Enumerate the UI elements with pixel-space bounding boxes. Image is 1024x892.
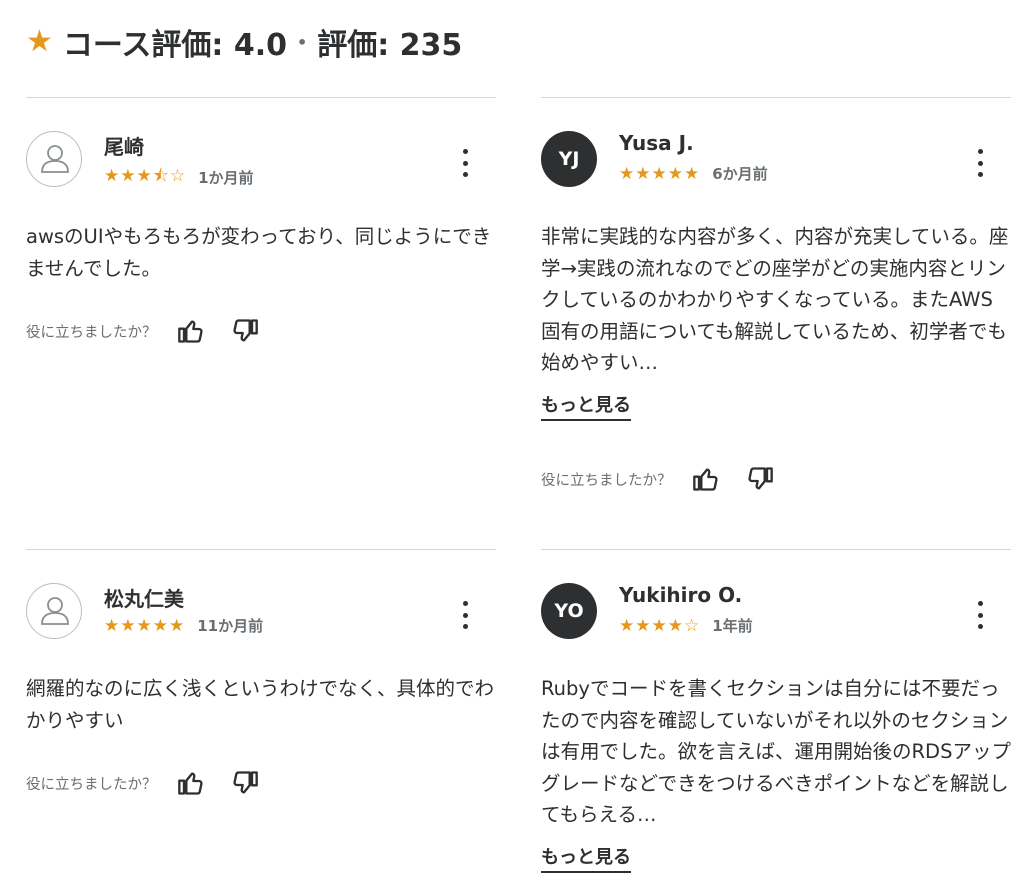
reviewer-name: 松丸仁美	[104, 587, 184, 611]
reviewer-name: 尾崎	[104, 135, 144, 159]
helpful-question: 役に立ちましたか？	[26, 776, 157, 793]
review-header: 尾崎 ★★★⯪☆ 1か月前	[26, 131, 496, 191]
see-more-link[interactable]: もっと見る	[541, 843, 631, 873]
rating-count-label: 評価: 235	[317, 28, 463, 63]
divider	[541, 97, 1011, 98]
thumbs-up-icon[interactable]	[173, 313, 209, 349]
review-text: 非常に実践的な内容が多く、内容が充実している。座学→実践の流れなのでどの座学がど…	[541, 225, 1009, 374]
review-card: 尾崎 ★★★⯪☆ 1か月前 awsのUIやもろもろが変わっており、同じようにでき…	[26, 97, 496, 547]
review-text: 網羅的なのに広く浅くというわけでなく、具体的でわかりやすい	[26, 677, 495, 732]
review-card: YJ Yusa J. ★★★★★ 6か月前 非常に実践的な内容が多く、内容が充実…	[541, 97, 1011, 547]
divider	[26, 549, 496, 550]
divider	[541, 549, 1011, 550]
thumbs-down-icon[interactable]	[227, 765, 263, 801]
review-header: 松丸仁美 ★★★★★ 11か月前	[26, 583, 496, 643]
thumbs-up-icon[interactable]	[173, 765, 209, 801]
helpful-question: 役に立ちましたか？	[541, 472, 672, 489]
review-header: YO Yukihiro O. ★★★★☆ 1年前	[541, 583, 1011, 643]
course-rating-label: コース評価: 4.0	[62, 28, 287, 63]
review-card: 松丸仁美 ★★★★★ 11か月前 網羅的なのに広く浅くというわけでなく、具体的で…	[26, 549, 496, 892]
user-icon	[41, 597, 69, 625]
more-options-icon[interactable]	[460, 149, 470, 177]
review-rating: ★★★⯪☆ 1か月前	[104, 163, 254, 192]
review-time: 1年前	[712, 617, 753, 635]
review-time: 11か月前	[197, 617, 264, 635]
helpful-row: 役に立ちましたか？	[26, 765, 281, 801]
avatar	[26, 583, 82, 639]
reviewer-name: Yukihiro O.	[619, 583, 743, 607]
star-rating-icon: ★★★★★	[619, 163, 701, 184]
separator-dot: •	[297, 32, 308, 52]
star-rating-icon: ★★★⯪☆	[104, 166, 187, 186]
review-rating: ★★★★★ 6か月前	[619, 163, 768, 184]
more-options-icon[interactable]	[975, 149, 985, 177]
review-rating: ★★★★☆ 1年前	[619, 615, 753, 636]
see-more-link[interactable]: もっと見る	[541, 391, 631, 421]
review-text: Rubyでコードを書くセクションは自分には不要だったので内容を確認していないがそ…	[541, 677, 1011, 826]
thumbs-down-icon[interactable]	[742, 461, 778, 497]
helpful-row: 役に立ちましたか？	[26, 313, 281, 349]
review-text: awsのUIやもろもろが変わっており、同じようにできませんでした。	[26, 225, 492, 280]
helpful-row: 役に立ちましたか？	[541, 461, 796, 497]
star-icon: ★	[26, 24, 53, 59]
reviewer-name: Yusa J.	[619, 131, 694, 155]
course-rating-header: ★ コース評価: 4.0 • 評価: 235	[26, 22, 463, 64]
review-header: YJ Yusa J. ★★★★★ 6か月前	[541, 131, 1011, 191]
avatar	[26, 131, 82, 187]
avatar: YO	[541, 583, 597, 639]
thumbs-down-icon[interactable]	[227, 313, 263, 349]
star-rating-icon: ★★★★★	[104, 615, 186, 636]
review-card: YO Yukihiro O. ★★★★☆ 1年前 Rubyでコードを書くセクショ…	[541, 549, 1011, 892]
user-icon	[41, 145, 69, 173]
thumbs-up-icon[interactable]	[688, 461, 724, 497]
review-rating: ★★★★★ 11か月前	[104, 615, 263, 636]
more-options-icon[interactable]	[975, 601, 985, 629]
review-time: 6か月前	[712, 165, 768, 183]
divider	[26, 97, 496, 98]
more-options-icon[interactable]	[460, 601, 470, 629]
review-time: 1か月前	[198, 169, 254, 187]
avatar: YJ	[541, 131, 597, 187]
star-rating-icon: ★★★★☆	[619, 615, 701, 636]
helpful-question: 役に立ちましたか？	[26, 324, 157, 341]
